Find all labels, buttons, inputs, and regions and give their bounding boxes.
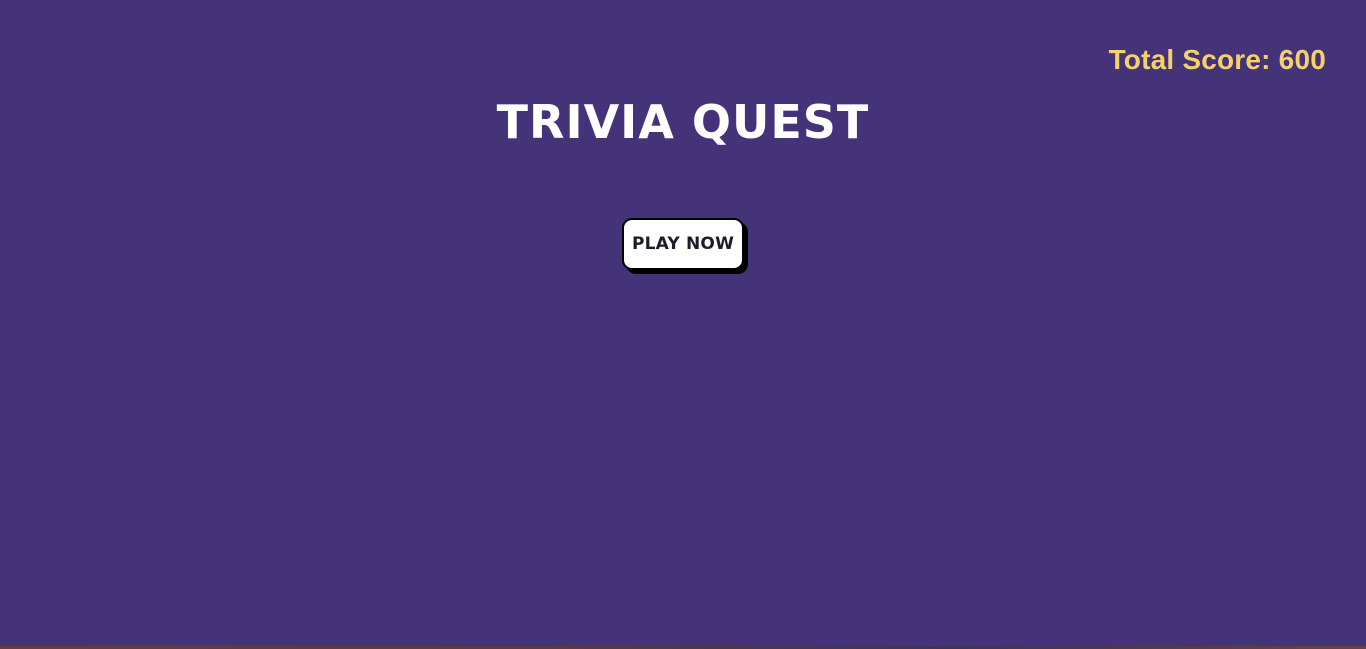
play-now-button[interactable]: PLAY NOW bbox=[622, 218, 744, 270]
page-title: TRIVIA QUEST bbox=[496, 95, 870, 149]
total-score: Total Score: 600 bbox=[1108, 44, 1326, 75]
